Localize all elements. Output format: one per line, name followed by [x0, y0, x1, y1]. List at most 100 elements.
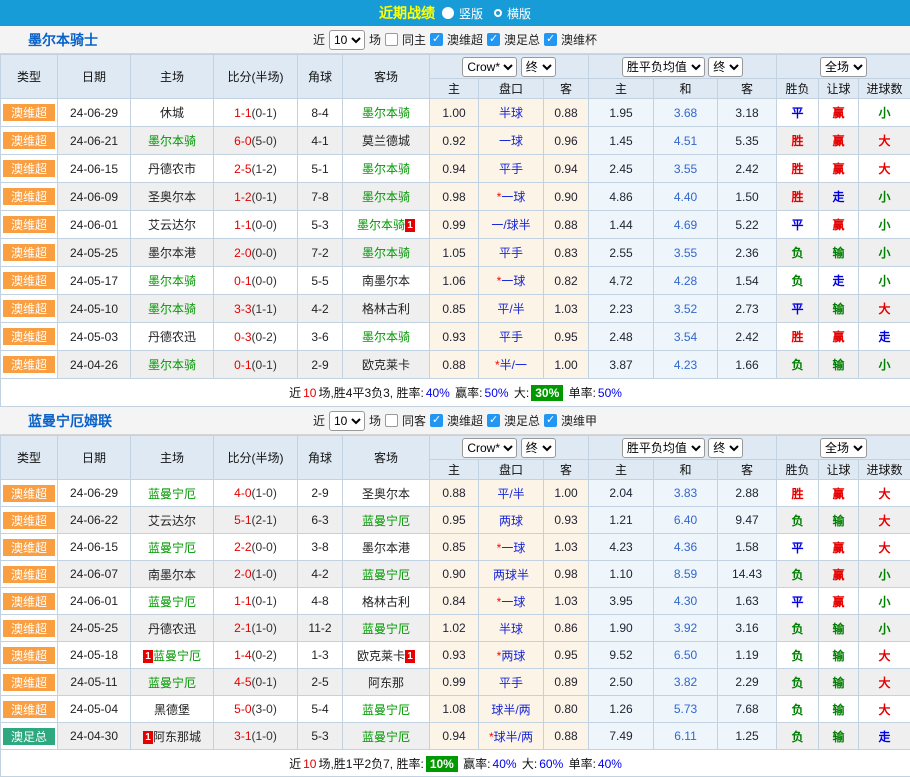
- col-header-3: 比分(半场): [214, 436, 298, 480]
- league-badge: 澳维超: [3, 132, 55, 149]
- full-time-score: 2-0: [234, 246, 251, 260]
- home-team: 丹德农市: [148, 162, 196, 176]
- half-time-score: (0-1): [252, 106, 277, 120]
- away-team-name: 莫兰德城: [362, 134, 410, 148]
- horizontal-radio-icon[interactable]: [494, 9, 502, 17]
- half-time-score: (1-0): [252, 729, 277, 743]
- summary-text: 近10场,胜4平3负3, 胜率:40% 赢率:50% 大:30% 单率:50%: [1, 384, 910, 401]
- recent-games-select[interactable]: 10: [329, 30, 365, 50]
- recent-games-select[interactable]: 10: [329, 411, 365, 431]
- crow-sub-header-0: 主: [430, 79, 479, 99]
- same-venue-label[interactable]: 同客: [402, 412, 426, 429]
- result-sub-header-1: 让球: [819, 79, 859, 99]
- league-checkbox-label-2[interactable]: 澳维杯: [561, 31, 597, 48]
- avg-lose-odds: 2.88: [718, 480, 777, 507]
- match-date: 24-04-30: [58, 723, 131, 750]
- league-checkbox-2[interactable]: [544, 33, 557, 46]
- league-checkbox-0[interactable]: [430, 414, 443, 427]
- full-match-select[interactable]: 全场: [820, 438, 867, 458]
- col-header-2: 主场: [131, 55, 214, 99]
- league-badge: 澳维超: [3, 701, 55, 718]
- league-cell: 澳维超: [1, 211, 58, 239]
- final-avg-select[interactable]: 终: [708, 438, 743, 458]
- summary-part: 10: [303, 757, 316, 771]
- away-team-name: 蓝曼宁厄: [362, 568, 410, 582]
- avg-odds-select[interactable]: 胜平负均值: [622, 57, 705, 77]
- home-team: 丹德农迅: [148, 330, 196, 344]
- table-row: 澳维超24-04-26墨尔本骑0-1(0-1)2-9欧克莱卡0.88*半/一1.…: [1, 351, 910, 379]
- away-team-name: 阿东那: [368, 676, 404, 690]
- crow-home-odds: 0.94: [430, 723, 479, 750]
- same-venue-checkbox[interactable]: [385, 414, 398, 427]
- full-time-score: 2-2: [234, 540, 251, 554]
- full-match-select[interactable]: 全场: [820, 57, 867, 77]
- final-odds-select[interactable]: 终: [521, 57, 556, 77]
- handicap-cell: *一球: [479, 267, 544, 295]
- bookmaker-select[interactable]: Crow*: [462, 438, 517, 458]
- home-team-name: 丹德农迅: [148, 330, 196, 344]
- result-goals: 小: [859, 99, 910, 127]
- avg-win-odds: 3.95: [589, 588, 654, 615]
- crow-sub-header-0: 主: [430, 460, 479, 480]
- away-team: 欧克莱卡: [362, 358, 410, 372]
- home-team-cell: 圣奥尔本: [131, 183, 214, 211]
- col-header-5: 客场: [343, 436, 430, 480]
- score-cell: 1-4(0-2): [214, 642, 298, 669]
- result-handicap: 输: [819, 723, 859, 750]
- bookmaker-select[interactable]: Crow*: [462, 57, 517, 77]
- corner-score: 5-1: [298, 155, 343, 183]
- away-team-cell: 蓝曼宁厄: [343, 615, 430, 642]
- crow-home-odds: 0.90: [430, 561, 479, 588]
- avg-win-odds: 2.48: [589, 323, 654, 351]
- home-team-cell: 丹德农迅: [131, 323, 214, 351]
- league-checkbox-1[interactable]: [487, 33, 500, 46]
- away-team: 圣奥尔本: [362, 487, 410, 501]
- handicap-text: 半球: [499, 106, 523, 120]
- col-header-0: 类型: [1, 436, 58, 480]
- avg-draw-odds: 4.51: [654, 127, 718, 155]
- page-title: 近期战绩: [379, 3, 435, 23]
- score-cell: 4-5(0-1): [214, 669, 298, 696]
- league-badge: 澳维超: [3, 620, 55, 637]
- handicap-text: 两球: [501, 649, 525, 663]
- result-group-header: 全场: [777, 436, 910, 460]
- league-checkbox-2[interactable]: [544, 414, 557, 427]
- league-checkbox-label-1[interactable]: 澳足总: [504, 412, 540, 429]
- match-date: 24-06-07: [58, 561, 131, 588]
- away-team-cell: 墨尔本骑: [343, 99, 430, 127]
- summary-cell: 近10场,胜4平3负3, 胜率:40% 赢率:50% 大:30% 单率:50%: [1, 379, 910, 407]
- league-checkbox-label-1[interactable]: 澳足总: [504, 31, 540, 48]
- avg-draw-odds: 3.52: [654, 295, 718, 323]
- final-avg-select[interactable]: 终: [708, 57, 743, 77]
- result-handicap: 输: [819, 351, 859, 379]
- handicap-cell: 平手: [479, 323, 544, 351]
- score-cell: 0-1(0-1): [214, 351, 298, 379]
- section-filter-bar: 墨尔本骑士近10场同主澳维超澳足总澳维杯: [0, 26, 910, 54]
- league-checkbox-label-0[interactable]: 澳维超: [447, 31, 483, 48]
- horizontal-radio-label[interactable]: 横版: [507, 5, 531, 22]
- handicap-text: 平手: [499, 246, 523, 260]
- vertical-radio-icon[interactable]: [442, 7, 454, 19]
- league-cell: 澳维超: [1, 155, 58, 183]
- league-cell: 澳维超: [1, 267, 58, 295]
- handicap-text: 一球: [501, 274, 525, 288]
- home-team: 蓝曼宁厄: [148, 541, 196, 555]
- league-checkbox-label-0[interactable]: 澳维超: [447, 412, 483, 429]
- league-checkbox-1[interactable]: [487, 414, 500, 427]
- home-team-cell: 南墨尔本: [131, 561, 214, 588]
- handicap-cell: 两球半: [479, 561, 544, 588]
- same-venue-checkbox[interactable]: [385, 33, 398, 46]
- avg-odds-select[interactable]: 胜平负均值: [622, 438, 705, 458]
- result-goals: 小: [859, 267, 910, 295]
- vertical-radio-label[interactable]: 竖版: [459, 5, 483, 22]
- league-checkbox-label-2[interactable]: 澳维甲: [561, 412, 597, 429]
- match-date: 24-06-15: [58, 155, 131, 183]
- home-team-name: 墨尔本骑: [148, 274, 196, 288]
- final-odds-select[interactable]: 终: [521, 438, 556, 458]
- league-checkbox-0[interactable]: [430, 33, 443, 46]
- same-venue-label[interactable]: 同主: [402, 31, 426, 48]
- league-badge: 澳维超: [3, 160, 55, 177]
- result-goals: 小: [859, 351, 910, 379]
- league-cell: 澳维超: [1, 669, 58, 696]
- avg-draw-odds: 6.50: [654, 642, 718, 669]
